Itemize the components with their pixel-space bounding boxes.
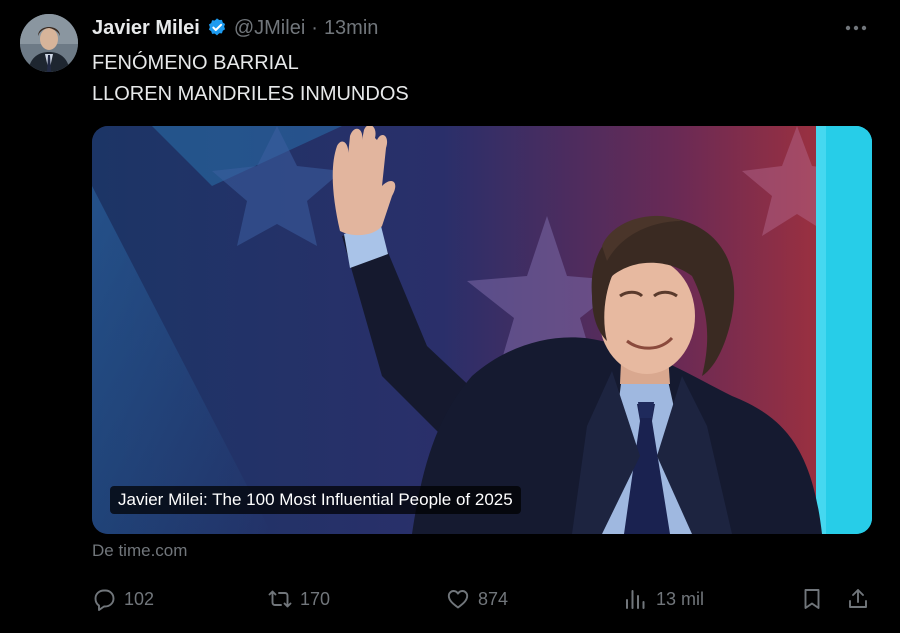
verified-badge-icon	[206, 17, 228, 39]
author-name[interactable]: Javier Milei	[92, 17, 200, 40]
tweet-time[interactable]: 13min	[324, 17, 378, 40]
more-horizontal-icon[interactable]	[842, 14, 870, 42]
tweet-text-line: LLOREN MANDRILES INMUNDOS	[92, 83, 409, 105]
repost-button[interactable]: 170	[268, 582, 330, 616]
media-caption: Javier Milei: The 100 Most Influential P…	[110, 486, 521, 514]
link-source[interactable]: De time.com	[92, 541, 187, 561]
views-count: 13 mil	[656, 588, 705, 609]
tweet-header: Javier Milei @JMilei · 13min	[92, 14, 378, 42]
views-button[interactable]: 13 mil	[624, 582, 704, 616]
media-card[interactable]: Javier Milei: The 100 Most Influential P…	[92, 126, 872, 534]
share-button[interactable]	[846, 582, 870, 616]
reply-button[interactable]: 102	[92, 582, 154, 616]
repost-icon	[268, 587, 292, 611]
bookmark-icon	[800, 587, 824, 611]
bookmark-button[interactable]	[800, 582, 824, 616]
heart-icon	[446, 587, 470, 611]
author-handle[interactable]: @JMilei	[234, 17, 305, 40]
reply-count: 102	[124, 588, 155, 609]
views-icon	[624, 587, 648, 611]
like-count: 874	[478, 588, 509, 609]
like-button[interactable]: 874	[446, 582, 508, 616]
tweet-text: FENÓMENO BARRIAL LLOREN MANDRILES INMUND…	[92, 48, 409, 110]
tweet-text-line: FENÓMENO BARRIAL	[92, 52, 299, 74]
author-avatar[interactable]	[20, 14, 78, 72]
media-image	[92, 126, 872, 534]
repost-count: 170	[300, 588, 331, 609]
reply-icon	[92, 587, 116, 611]
separator-dot: ·	[311, 16, 318, 39]
action-bar: 102 170 874 13 mil	[92, 582, 872, 616]
share-icon	[846, 587, 870, 611]
